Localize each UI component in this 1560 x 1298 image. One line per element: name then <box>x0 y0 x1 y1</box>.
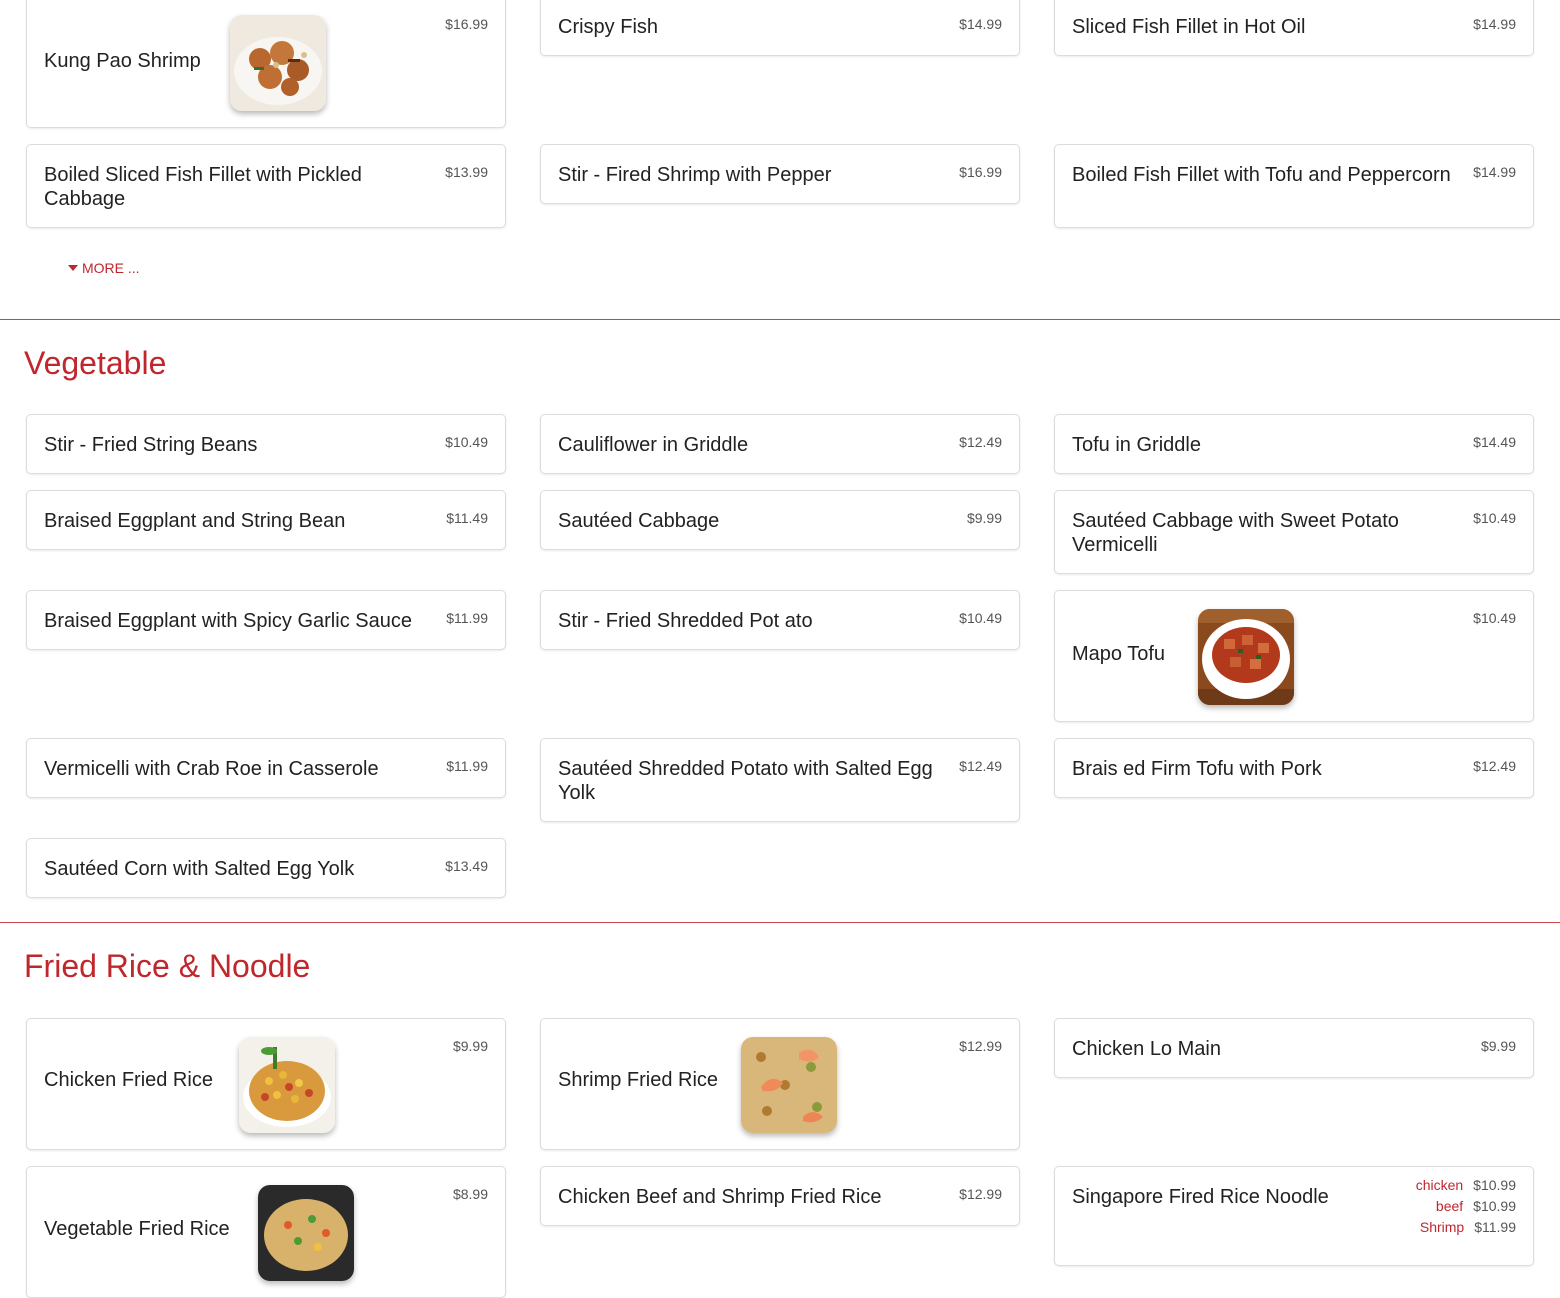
item-name: Stir - Fired Shrimp with Pepper <box>558 164 832 186</box>
menu-item-crab-roe-vermicelli[interactable]: Vermicelli with Crab Roe in Casserole $1… <box>26 738 506 798</box>
item-name: Sautéed Corn with Salted Egg Yolk <box>44 858 355 880</box>
item-price: $12.49 <box>959 758 1002 774</box>
menu-item-firm-tofu-pork[interactable]: Brais ed Firm Tofu with Pork $12.49 <box>1054 738 1534 798</box>
caret-down-icon <box>68 265 78 272</box>
item-price: $12.99 <box>959 1186 1002 1202</box>
menu-item-stir-fired-shrimp[interactable]: Stir - Fired Shrimp with Pepper $16.99 <box>540 144 1020 204</box>
mapo-tofu-photo <box>1198 609 1294 705</box>
vegetable-fried-rice-photo <box>258 1185 354 1281</box>
menu-item-boiled-fish-tofu[interactable]: Boiled Fish Fillet with Tofu and Pepperc… <box>1054 144 1534 228</box>
section-title-vegetable: Vegetable <box>24 345 167 381</box>
item-price: $9.99 <box>1480 1038 1516 1054</box>
menu-item-eggplant-garlic[interactable]: Braised Eggplant with Spicy Garlic Sauce… <box>26 590 506 650</box>
menu-item-kung-pao-shrimp[interactable]: Kung Pao Shrimp $16.99 <box>26 0 506 128</box>
menu-item-shrimp-fried-rice[interactable]: Shrimp Fried Rice $12.99 <box>540 1018 1020 1150</box>
menu-item-crispy-fish[interactable]: Crispy Fish $14.99 <box>540 0 1020 56</box>
more-link[interactable]: MORE ... <box>68 260 140 276</box>
item-price: $9.99 <box>966 510 1002 526</box>
variant-price: $10.99 <box>1473 1177 1516 1193</box>
item-price: $14.99 <box>1473 164 1516 180</box>
item-name: Vegetable Fried Rice <box>44 1218 230 1240</box>
menu-item-potato-egg-yolk[interactable]: Sautéed Shredded Potato with Salted Egg … <box>540 738 1020 822</box>
item-name: Chicken Lo Main <box>1072 1038 1221 1060</box>
item-name: Boiled Sliced Fish Fillet with Pickled C… <box>44 164 362 210</box>
menu-item-sliced-fish-fillet[interactable]: Sliced Fish Fillet in Hot Oil $14.99 <box>1054 0 1534 56</box>
item-price: $16.99 <box>445 16 488 32</box>
item-price: $13.99 <box>445 164 488 180</box>
shrimp-fried-rice-photo <box>741 1037 837 1133</box>
menu-item-vegetable-fried-rice[interactable]: Vegetable Fried Rice $8.99 <box>26 1166 506 1298</box>
menu-item-shredded-potato[interactable]: Stir - Fried Shredded Pot ato $10.49 <box>540 590 1020 650</box>
menu-item-boiled-sliced-fish[interactable]: Boiled Sliced Fish Fillet with Pickled C… <box>26 144 506 228</box>
item-name: Braised Eggplant with Spicy Garlic Sauce <box>44 610 412 632</box>
variant-label: chicken <box>1415 1177 1464 1193</box>
menu-item-cauliflower[interactable]: Cauliflower in Griddle $12.49 <box>540 414 1020 474</box>
variant-price-list: chicken $10.99 beef $10.99 Shrimp $11.99 <box>1416 1175 1516 1238</box>
item-name: Tofu in Griddle <box>1072 434 1201 456</box>
item-name: Sautéed Cabbage <box>558 510 720 532</box>
item-name: Braised Eggplant and String Bean <box>44 510 346 532</box>
menu-item-tofu-griddle[interactable]: Tofu in Griddle $14.49 <box>1054 414 1534 474</box>
item-price: $14.99 <box>1473 16 1516 32</box>
item-price: $12.49 <box>1473 758 1516 774</box>
section-divider <box>0 922 1560 923</box>
menu-item-string-beans[interactable]: Stir - Fried String Beans $10.49 <box>26 414 506 474</box>
item-price: $14.99 <box>959 16 1002 32</box>
item-name: Brais ed Firm Tofu with Pork <box>1072 758 1322 780</box>
item-name: Chicken Fried Rice <box>44 1069 213 1091</box>
section-divider <box>0 319 1560 320</box>
item-price: $11.99 <box>446 610 488 626</box>
item-name: Crispy Fish <box>558 16 659 38</box>
item-name: Sautéed Shredded Potato with Salted Egg … <box>558 758 933 804</box>
item-price: $11.99 <box>446 758 488 774</box>
item-name: Sliced Fish Fillet in Hot Oil <box>1072 16 1306 38</box>
menu-item-corn-egg-yolk[interactable]: Sautéed Corn with Salted Egg Yolk $13.49 <box>26 838 506 898</box>
menu-item-singapore-rice-noodle[interactable]: Singapore Fired Rice Noodle chicken $10.9… <box>1054 1166 1534 1266</box>
item-name: Vermicelli with Crab Roe in Casserole <box>44 758 379 780</box>
item-name: Boiled Fish Fillet with Tofu and Pepperc… <box>1072 164 1451 186</box>
item-price: $10.49 <box>1473 510 1516 526</box>
item-name: Mapo Tofu <box>1072 643 1166 665</box>
item-name: Stir - Fried String Beans <box>44 434 258 456</box>
item-price: $16.99 <box>959 164 1002 180</box>
item-name: Sautéed Cabbage with Sweet Potato Vermic… <box>1072 510 1399 556</box>
chicken-fried-rice-photo <box>239 1037 335 1133</box>
more-label: MORE ... <box>82 260 140 276</box>
item-price: $9.99 <box>452 1038 488 1054</box>
item-price: $13.49 <box>445 858 488 874</box>
menu-item-chicken-lo-main[interactable]: Chicken Lo Main $9.99 <box>1054 1018 1534 1078</box>
variant-label: Shrimp <box>1419 1219 1465 1235</box>
variant-price: $11.99 <box>1474 1219 1516 1235</box>
variant-chicken[interactable]: chicken $10.99 <box>1416 1175 1516 1196</box>
menu-item-sauteed-cabbage[interactable]: Sautéed Cabbage $9.99 <box>540 490 1020 550</box>
menu-item-chicken-beef-shrimp-fried-rice[interactable]: Chicken Beef and Shrimp Fried Rice $12.9… <box>540 1166 1020 1226</box>
menu-item-eggplant-string-bean[interactable]: Braised Eggplant and String Bean $11.49 <box>26 490 506 550</box>
item-name: Cauliflower in Griddle <box>558 434 749 456</box>
kung-pao-shrimp-photo <box>230 15 326 111</box>
variant-price: $10.99 <box>1473 1198 1516 1214</box>
item-price: $10.49 <box>445 434 488 450</box>
section-title-fried-rice: Fried Rice & Noodle <box>24 948 311 984</box>
item-price: $10.49 <box>1473 610 1516 626</box>
item-price: $12.99 <box>959 1038 1002 1054</box>
item-name: Stir - Fried Shredded Pot ato <box>558 610 813 632</box>
item-name: Chicken Beef and Shrimp Fried Rice <box>558 1186 882 1208</box>
variant-beef[interactable]: beef $10.99 <box>1416 1196 1516 1217</box>
item-name: Kung Pao Shrimp <box>44 50 201 72</box>
menu-item-cabbage-vermicelli[interactable]: Sautéed Cabbage with Sweet Potato Vermic… <box>1054 490 1534 574</box>
item-price: $8.99 <box>452 1186 488 1202</box>
item-name: Singapore Fired Rice Noodle <box>1072 1186 1329 1208</box>
variant-shrimp[interactable]: Shrimp $11.99 <box>1416 1217 1516 1238</box>
item-name: Shrimp Fried Rice <box>558 1069 719 1091</box>
variant-label: beef <box>1435 1198 1464 1214</box>
menu-item-mapo-tofu[interactable]: Mapo Tofu $10.49 <box>1054 590 1534 722</box>
item-price: $12.49 <box>959 434 1002 450</box>
item-price: $11.49 <box>446 510 488 526</box>
item-price: $10.49 <box>959 610 1002 626</box>
item-price: $14.49 <box>1473 434 1516 450</box>
menu-item-chicken-fried-rice[interactable]: Chicken Fried Rice $9.99 <box>26 1018 506 1150</box>
